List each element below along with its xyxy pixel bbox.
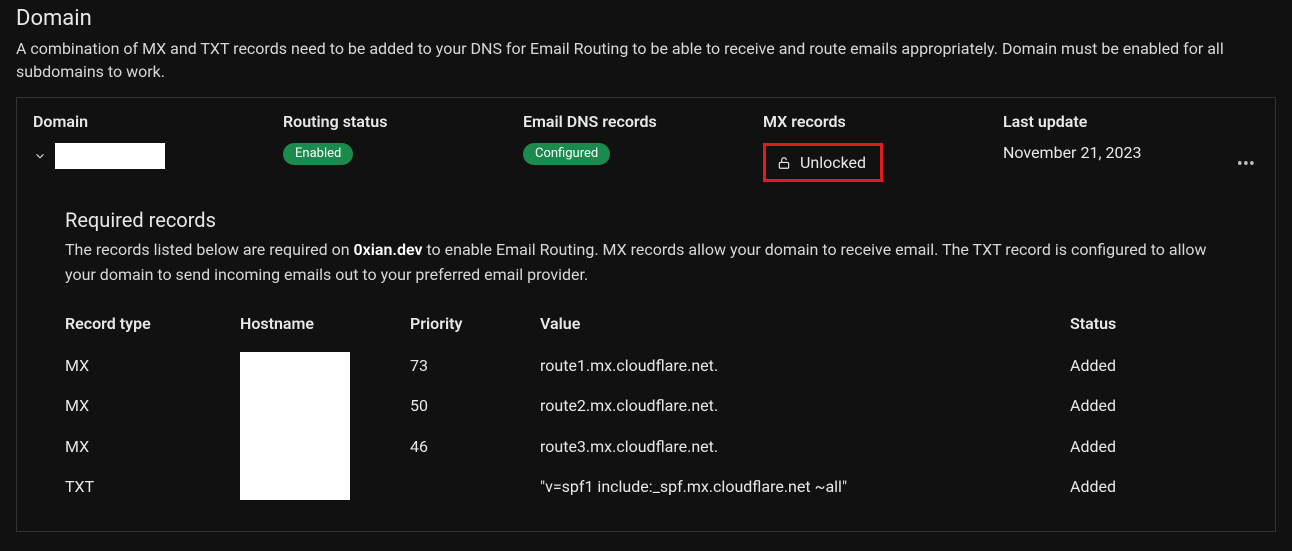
mx-records-value: Unlocked (800, 153, 866, 172)
domain-summary-row: Domain Routing status Enabled Emai (33, 112, 1259, 184)
cell-value: "v=spf1 include:_spf.mx.cloudflare.net ~… (540, 466, 1070, 507)
required-records-title: Required records (65, 208, 1227, 232)
page-description: A combination of MX and TXT records need… (16, 37, 1276, 83)
header-status: Status (1070, 306, 1227, 345)
unlock-icon (777, 155, 791, 171)
domain-card: Domain Routing status Enabled Emai (16, 97, 1276, 532)
table-row: MX 73 route1.mx.cloudflare.net. Added (65, 345, 1227, 386)
cell-value: route1.mx.cloudflare.net. (540, 345, 1070, 386)
last-update-label: Last update (1003, 112, 1233, 131)
page-title: Domain (16, 6, 1276, 31)
header-value: Value (540, 306, 1070, 345)
cell-record-type: MX (65, 385, 240, 426)
routing-status-label: Routing status (283, 112, 523, 131)
routing-status-badge: Enabled (283, 143, 353, 165)
cell-value: route3.mx.cloudflare.net. (540, 426, 1070, 467)
cell-record-type: MX (65, 345, 240, 386)
cell-value: route2.mx.cloudflare.net. (540, 385, 1070, 426)
required-records-description: The records listed below are required on… (65, 238, 1227, 288)
chevron-down-icon[interactable] (33, 149, 47, 163)
mx-records-label: MX records (763, 112, 1003, 131)
required-records-table: Record type Hostname Priority Value Stat… (65, 306, 1227, 507)
cell-priority (410, 466, 540, 507)
email-dns-label: Email DNS records (523, 112, 763, 131)
header-hostname: Hostname (240, 306, 410, 345)
required-desc-prefix: The records listed below are required on (65, 240, 354, 259)
cell-priority: 46 (410, 426, 540, 467)
domain-name-redacted (55, 143, 165, 169)
hostname-redacted (240, 352, 350, 500)
mx-records-highlight: Unlocked (763, 143, 883, 182)
email-dns-badge: Configured (523, 143, 610, 165)
cell-status: Added (1070, 426, 1227, 467)
header-record-type: Record type (65, 306, 240, 345)
more-actions-button[interactable]: ••• (1233, 150, 1259, 180)
table-header-row: Record type Hostname Priority Value Stat… (65, 306, 1227, 345)
cell-status: Added (1070, 385, 1227, 426)
cell-record-type: MX (65, 426, 240, 467)
cell-status: Added (1070, 345, 1227, 386)
required-domain-name: 0xian.dev (354, 240, 423, 259)
cell-record-type: TXT (65, 466, 240, 507)
cell-status: Added (1070, 466, 1227, 507)
domain-column-label: Domain (33, 112, 283, 131)
cell-priority: 73 (410, 345, 540, 386)
last-update-value: November 21, 2023 (1003, 143, 1233, 162)
header-priority: Priority (410, 306, 540, 345)
cell-priority: 50 (410, 385, 540, 426)
